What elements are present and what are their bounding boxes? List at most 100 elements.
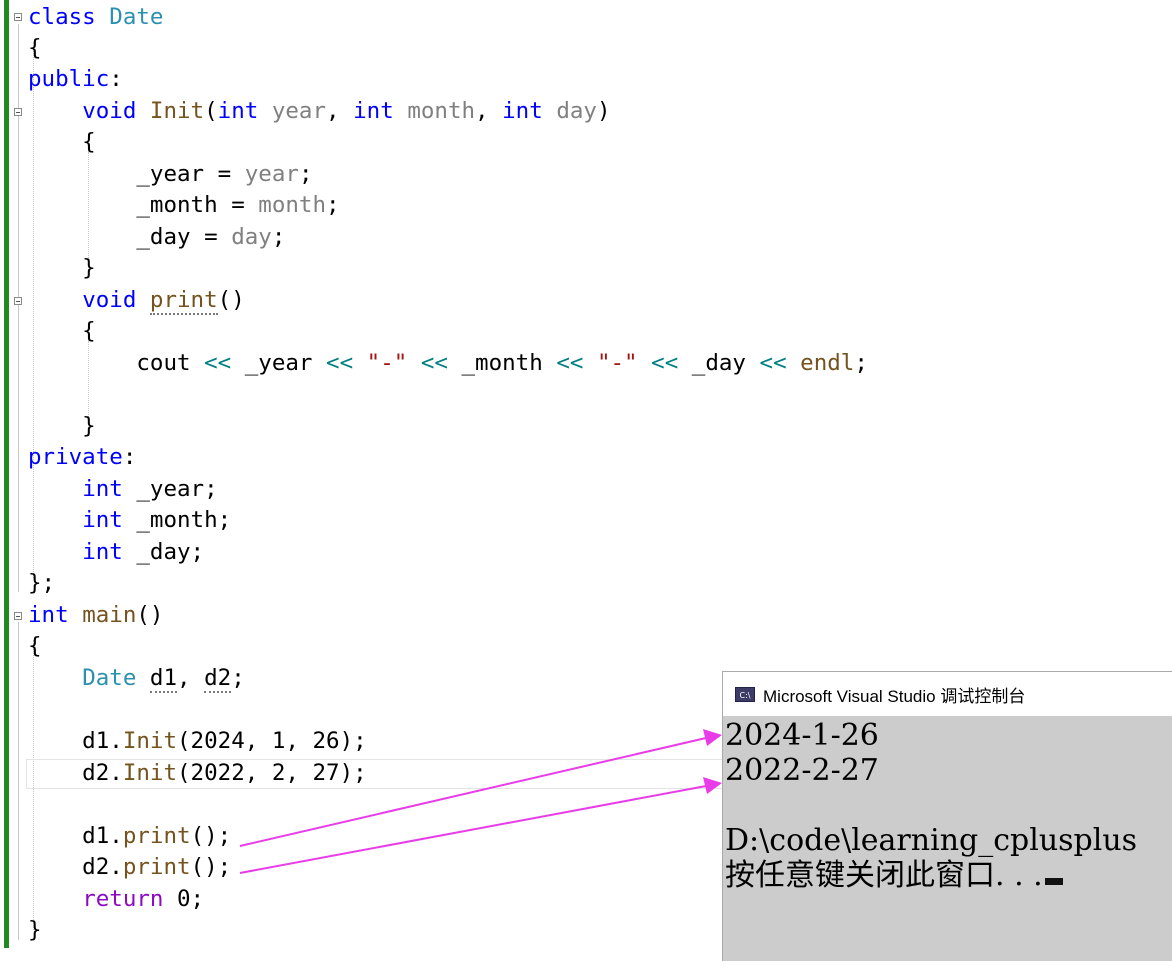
code-line[interactable]: int _day;	[28, 537, 204, 568]
code-token: Init	[122, 760, 178, 786]
code-token: endl	[800, 350, 855, 376]
code-token: d1.	[28, 728, 123, 754]
code-line[interactable]: }	[28, 253, 96, 284]
console-prompt-text: 按任意键关闭此窗口. . .	[725, 858, 1043, 893]
console-cursor	[1044, 878, 1063, 885]
code-token: ()	[217, 287, 245, 313]
code-token: int	[82, 507, 123, 533]
code-line[interactable]: d2.print();	[28, 852, 231, 883]
code-token: int	[217, 98, 259, 124]
code-token: ,	[326, 98, 354, 124]
code-token: int	[353, 98, 394, 124]
code-line[interactable]: Date d1, d2;	[28, 663, 245, 694]
code-line[interactable]: return 0;	[28, 884, 204, 915]
code-token: :	[109, 66, 123, 92]
code-line[interactable]: {	[28, 631, 42, 662]
code-token: Init	[149, 98, 205, 124]
code-token: _month	[447, 350, 557, 376]
code-line[interactable]: {	[28, 33, 42, 64]
code-line[interactable]: _year = year;	[28, 159, 312, 190]
code-token: }	[28, 255, 96, 281]
code-token: :	[122, 444, 137, 470]
code-line[interactable]: d1.Init(2024, 1, 26);	[28, 726, 367, 757]
console-titlebar[interactable]: C:\ Microsoft Visual Studio 调试控制台	[723, 672, 1172, 716]
code-token: print	[122, 823, 191, 849]
code-token: ,	[177, 665, 205, 691]
code-token: "-"	[596, 350, 638, 376]
code-token: void	[82, 98, 137, 124]
console-output[interactable]: 2024-1-26 2022-2-27 D:\code\learning_cpl…	[725, 718, 1172, 893]
code-token: (2024, 1, 26);	[177, 728, 367, 754]
code-line[interactable]: class Date	[28, 2, 163, 33]
code-token: month	[258, 192, 327, 218]
code-line[interactable]: void print()	[28, 285, 245, 316]
code-line[interactable]: private:	[28, 442, 136, 473]
code-token: {	[28, 35, 42, 61]
code-line[interactable]: _day = day;	[28, 222, 285, 253]
code-token: int	[28, 602, 69, 628]
code-line[interactable]: }	[28, 915, 42, 946]
console-output-line: D:\code\learning_cplusplus	[725, 823, 1138, 858]
code-line[interactable]: int _year;	[28, 474, 218, 505]
code-line[interactable]: d2.Init(2022, 2, 27);	[28, 758, 367, 789]
code-token: ,	[475, 98, 503, 124]
code-line[interactable]: int main()	[28, 600, 163, 631]
code-line[interactable]: int _month;	[28, 505, 231, 536]
collapse-init[interactable]	[14, 108, 22, 116]
code-token: print	[122, 854, 191, 880]
code-token: {	[28, 318, 96, 344]
code-token: _day;	[122, 539, 205, 565]
code-token: year	[271, 98, 327, 124]
code-line[interactable]: cout << _year << "-" << _month << "-" <<…	[28, 348, 868, 379]
code-token: ();	[190, 854, 232, 880]
code-token: day	[556, 98, 597, 124]
code-token: d2.	[28, 854, 123, 880]
code-line[interactable]: _month = month;	[28, 190, 339, 221]
code-token: _year;	[122, 476, 218, 502]
collapse-class-date[interactable]	[14, 13, 22, 21]
console-output-line: 2024-1-26	[725, 718, 879, 753]
code-token: int	[502, 98, 543, 124]
code-line[interactable]: void Init(int year, int month, int day)	[28, 96, 610, 127]
code-line[interactable]: d1.print();	[28, 821, 231, 852]
code-line[interactable]: }	[28, 411, 96, 442]
code-line[interactable]: {	[28, 127, 96, 158]
code-line[interactable]: public:	[28, 64, 123, 95]
code-token: _day	[678, 350, 760, 376]
code-token: int	[82, 476, 123, 502]
code-token: _year	[231, 350, 327, 376]
console-title: Microsoft Visual Studio 调试控制台	[763, 686, 1026, 706]
code-line[interactable]: {	[28, 316, 96, 347]
code-token: "-"	[366, 350, 408, 376]
code-token: <<	[556, 350, 584, 376]
code-line[interactable]: };	[28, 568, 55, 599]
code-token: d1.	[28, 823, 123, 849]
code-token: int	[82, 539, 123, 565]
code-token: <<	[420, 350, 448, 376]
code-token: ;	[854, 350, 868, 376]
code-token: };	[28, 570, 56, 596]
code-token: _month =	[28, 192, 259, 218]
debug-console-window[interactable]: C:\ Microsoft Visual Studio 调试控制台 2024-1…	[722, 671, 1172, 961]
code-token: cout	[28, 350, 205, 376]
code-token: {	[28, 633, 42, 659]
code-token: void	[82, 287, 137, 313]
collapse-main[interactable]	[14, 612, 22, 620]
code-token: (	[204, 98, 218, 124]
collapse-print[interactable]	[14, 297, 22, 305]
